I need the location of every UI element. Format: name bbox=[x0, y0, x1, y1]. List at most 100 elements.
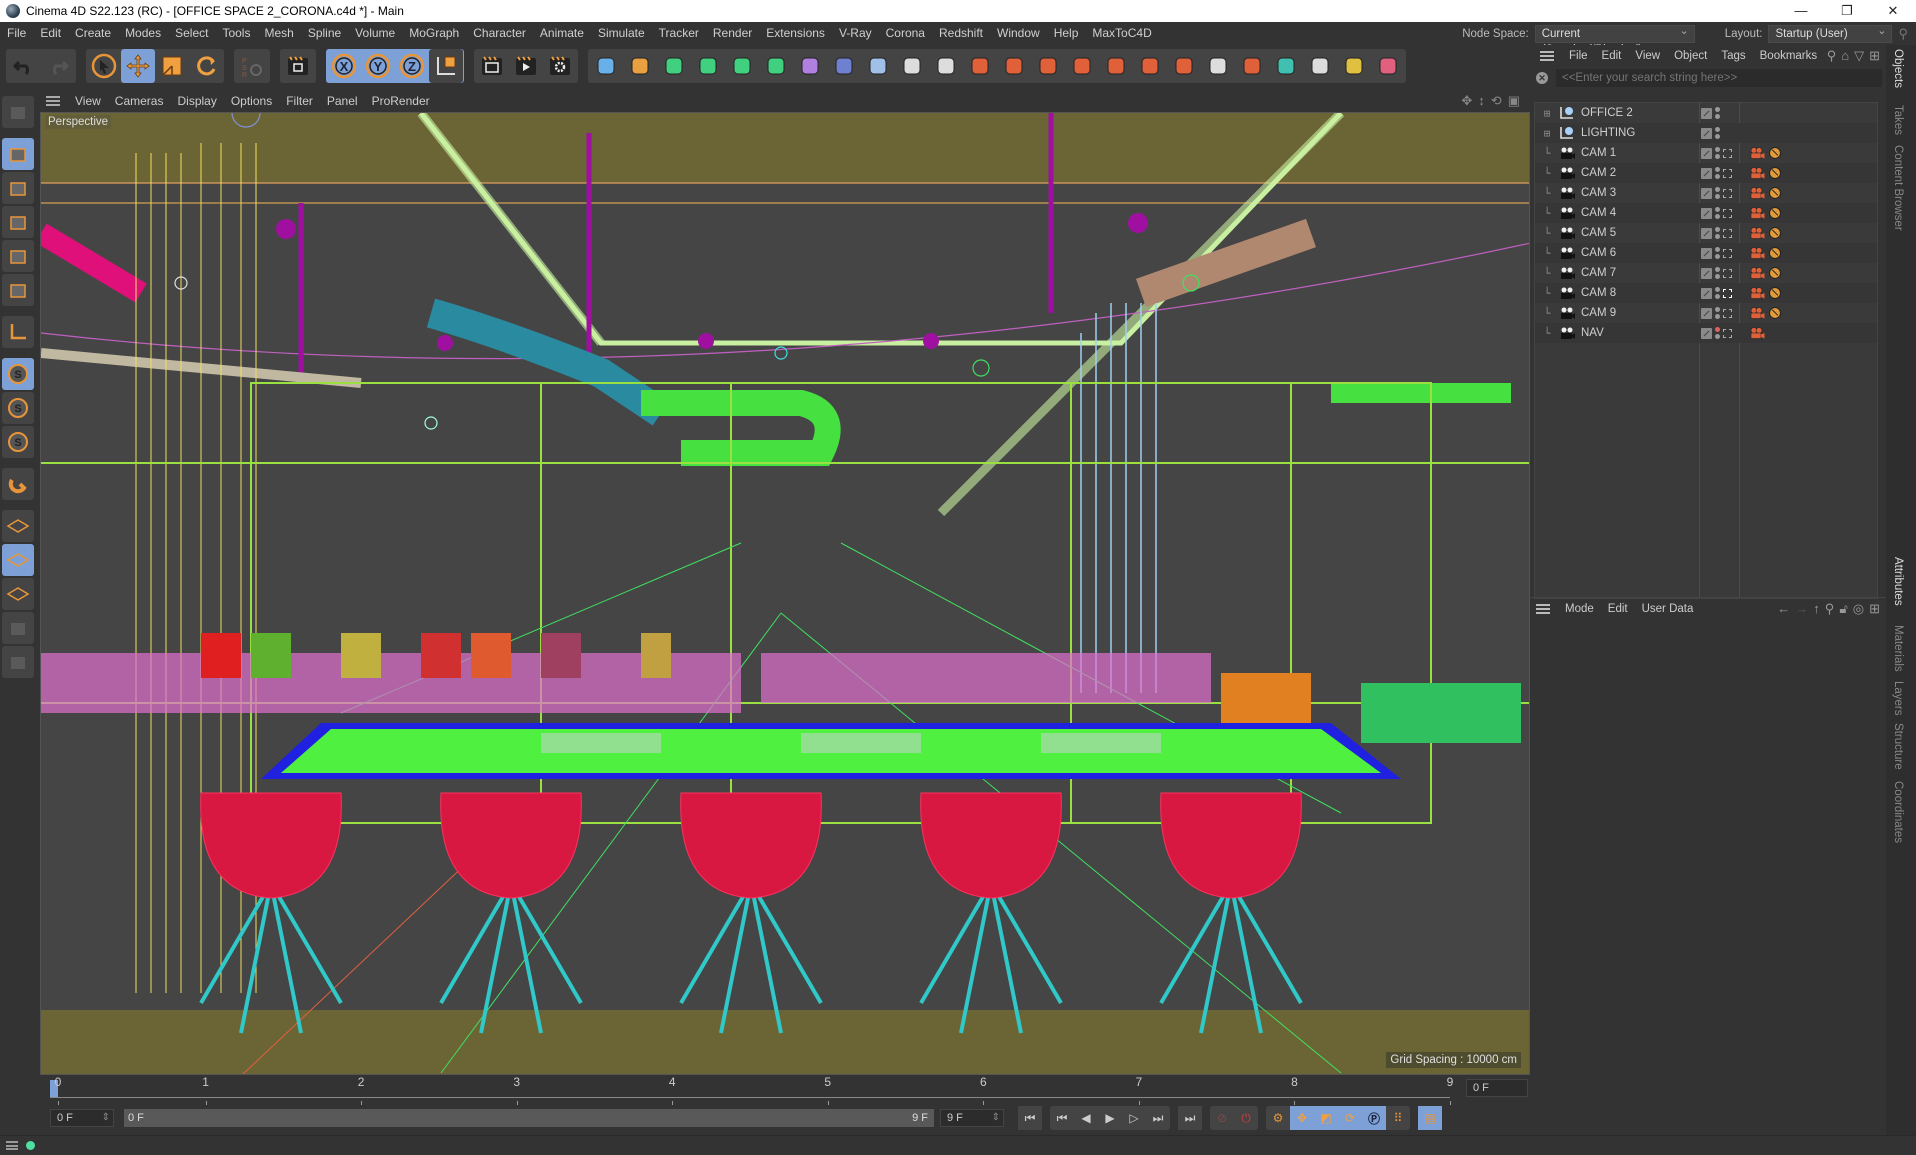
redshift-import-button[interactable] bbox=[1303, 49, 1337, 83]
editable-toggle-icon[interactable] bbox=[1701, 167, 1712, 179]
solo-hierarchy-button[interactable]: S bbox=[2, 426, 34, 458]
active-camera-icon[interactable] bbox=[1723, 268, 1732, 278]
attr-lock-icon[interactable]: 🔓︎ bbox=[1839, 601, 1847, 617]
menu-character[interactable]: Character bbox=[466, 22, 533, 45]
object-row[interactable]: └ CAM 9 bbox=[1535, 303, 1877, 323]
active-camera-icon[interactable] bbox=[1723, 308, 1732, 318]
polygons-mode-button[interactable] bbox=[2, 274, 34, 306]
key-scale-button[interactable]: ◩ bbox=[1314, 1106, 1338, 1130]
tab-structure[interactable]: Structure bbox=[1892, 723, 1904, 770]
om-filter-icon[interactable]: ▽ bbox=[1854, 48, 1864, 64]
menu-tracker[interactable]: Tracker bbox=[652, 22, 706, 45]
editable-toggle-icon[interactable] bbox=[1701, 207, 1712, 219]
protection-tag-icon[interactable] bbox=[1769, 147, 1781, 159]
camera-button[interactable] bbox=[895, 49, 929, 83]
key-pla-button[interactable]: ⠿ bbox=[1386, 1106, 1410, 1130]
select-tool-button[interactable] bbox=[87, 49, 121, 83]
menu-create[interactable]: Create bbox=[68, 22, 118, 45]
redshift-proxy-button[interactable] bbox=[1133, 49, 1167, 83]
om-menu-file[interactable]: File bbox=[1562, 50, 1595, 62]
protection-tag-icon[interactable] bbox=[1769, 167, 1781, 179]
redshift-ipr-button[interactable] bbox=[963, 49, 997, 83]
deformer-button[interactable] bbox=[793, 49, 827, 83]
editable-toggle-icon[interactable] bbox=[1701, 307, 1712, 319]
menu-edit[interactable]: Edit bbox=[33, 22, 68, 45]
object-search-input[interactable] bbox=[1556, 69, 1882, 87]
render-region-button[interactable] bbox=[281, 49, 315, 83]
object-row[interactable]: └ CAM 6 bbox=[1535, 243, 1877, 263]
keyframe-selection-button[interactable]: ⚙ bbox=[1266, 1106, 1290, 1130]
redshift-environment-button[interactable] bbox=[1065, 49, 1099, 83]
x-axis-lock-button[interactable]: X bbox=[327, 49, 361, 83]
visibility-dots[interactable] bbox=[1715, 247, 1720, 259]
workplane-button[interactable] bbox=[2, 510, 34, 542]
active-camera-icon[interactable] bbox=[1723, 248, 1732, 258]
viewport-orbit-icon[interactable]: ⟲ bbox=[1491, 93, 1502, 109]
redshift-camera-tag-icon[interactable] bbox=[1749, 247, 1765, 259]
floor-button[interactable] bbox=[861, 49, 895, 83]
editable-toggle-icon[interactable] bbox=[1701, 107, 1712, 119]
tab-materials[interactable]: Materials bbox=[1892, 625, 1904, 672]
visibility-dots[interactable] bbox=[1715, 107, 1720, 119]
z-axis-lock-button[interactable]: Z bbox=[395, 49, 429, 83]
om-menu-edit[interactable]: Edit bbox=[1595, 50, 1629, 62]
object-name[interactable]: CAM 1 bbox=[1581, 147, 1711, 159]
protection-tag-icon[interactable] bbox=[1769, 227, 1781, 239]
redshift-object-button[interactable] bbox=[1167, 49, 1201, 83]
menu-redshift[interactable]: Redshift bbox=[932, 22, 990, 45]
protection-tag-icon[interactable] bbox=[1769, 267, 1781, 279]
editable-toggle-icon[interactable] bbox=[1701, 127, 1712, 139]
record-keys-button[interactable]: ⊘ bbox=[1210, 1106, 1234, 1130]
visibility-dots[interactable] bbox=[1715, 187, 1720, 199]
object-name[interactable]: OFFICE 2 bbox=[1581, 107, 1711, 119]
coordinate-system-button[interactable] bbox=[429, 49, 463, 83]
object-name[interactable]: CAM 2 bbox=[1581, 167, 1711, 179]
active-camera-icon[interactable] bbox=[1723, 188, 1732, 198]
redshift-camera-tag-icon[interactable] bbox=[1749, 187, 1765, 199]
object-name[interactable]: NAV bbox=[1581, 327, 1711, 339]
object-name[interactable]: LIGHTING bbox=[1581, 127, 1711, 139]
om-menu-view[interactable]: View bbox=[1628, 50, 1667, 62]
snap-button[interactable] bbox=[2, 468, 34, 500]
tab-attributes[interactable]: Attributes bbox=[1892, 557, 1904, 606]
redshift-dome-button[interactable] bbox=[1201, 49, 1235, 83]
menu-volume[interactable]: Volume bbox=[348, 22, 402, 45]
previous-key-button[interactable]: ⏮ bbox=[1050, 1106, 1074, 1130]
clear-search-icon[interactable]: ✕ bbox=[1536, 72, 1548, 84]
object-row[interactable]: └ CAM 2 bbox=[1535, 163, 1877, 183]
redshift-camera-tag-icon[interactable] bbox=[1749, 307, 1765, 319]
object-name[interactable]: CAM 8 bbox=[1581, 287, 1711, 299]
cloner-button[interactable] bbox=[725, 49, 759, 83]
redshift-camera-tag-icon[interactable] bbox=[1749, 147, 1765, 159]
redshift-scatter-button[interactable] bbox=[1269, 49, 1303, 83]
move-tool-button[interactable] bbox=[121, 49, 155, 83]
redshift-colors-button[interactable] bbox=[1337, 49, 1371, 83]
play-button[interactable]: ▶ bbox=[1098, 1106, 1122, 1130]
attr-target-icon[interactable]: ◎ bbox=[1853, 601, 1864, 617]
om-new-window-icon[interactable]: ⊞ bbox=[1869, 48, 1880, 64]
restore-button[interactable]: ❐ bbox=[1824, 0, 1870, 22]
object-row[interactable]: └ CAM 8 bbox=[1535, 283, 1877, 303]
redshift-camera-tag-icon[interactable] bbox=[1749, 167, 1765, 179]
render-settings-button[interactable] bbox=[543, 49, 577, 83]
viewport-menu-prorender[interactable]: ProRender bbox=[365, 94, 437, 108]
object-row[interactable]: ⊞ OFFICE 2 bbox=[1535, 103, 1877, 123]
search-icon[interactable]: ⚲ bbox=[1898, 26, 1908, 42]
active-camera-icon[interactable] bbox=[1723, 328, 1732, 338]
attributes-menu-icon[interactable] bbox=[1536, 603, 1550, 614]
om-menu-object[interactable]: Object bbox=[1667, 50, 1714, 62]
edges-mode-button[interactable] bbox=[2, 240, 34, 272]
om-menu-bookmarks[interactable]: Bookmarks bbox=[1753, 50, 1825, 62]
model-mode-button[interactable] bbox=[2, 138, 34, 170]
solo-off-button[interactable]: S bbox=[2, 358, 34, 390]
render-to-picture-viewer-button[interactable] bbox=[509, 49, 543, 83]
object-row[interactable]: └ CAM 5 bbox=[1535, 223, 1877, 243]
redshift-camera-tag-icon[interactable] bbox=[1749, 227, 1765, 239]
protection-tag-icon[interactable] bbox=[1769, 207, 1781, 219]
pen-button[interactable] bbox=[623, 49, 657, 83]
object-name[interactable]: CAM 7 bbox=[1581, 267, 1711, 279]
rotate-tool-button[interactable] bbox=[189, 49, 223, 83]
object-row[interactable]: └ CAM 4 bbox=[1535, 203, 1877, 223]
menu-render[interactable]: Render bbox=[706, 22, 759, 45]
tab-objects[interactable]: Objects bbox=[1892, 49, 1904, 88]
